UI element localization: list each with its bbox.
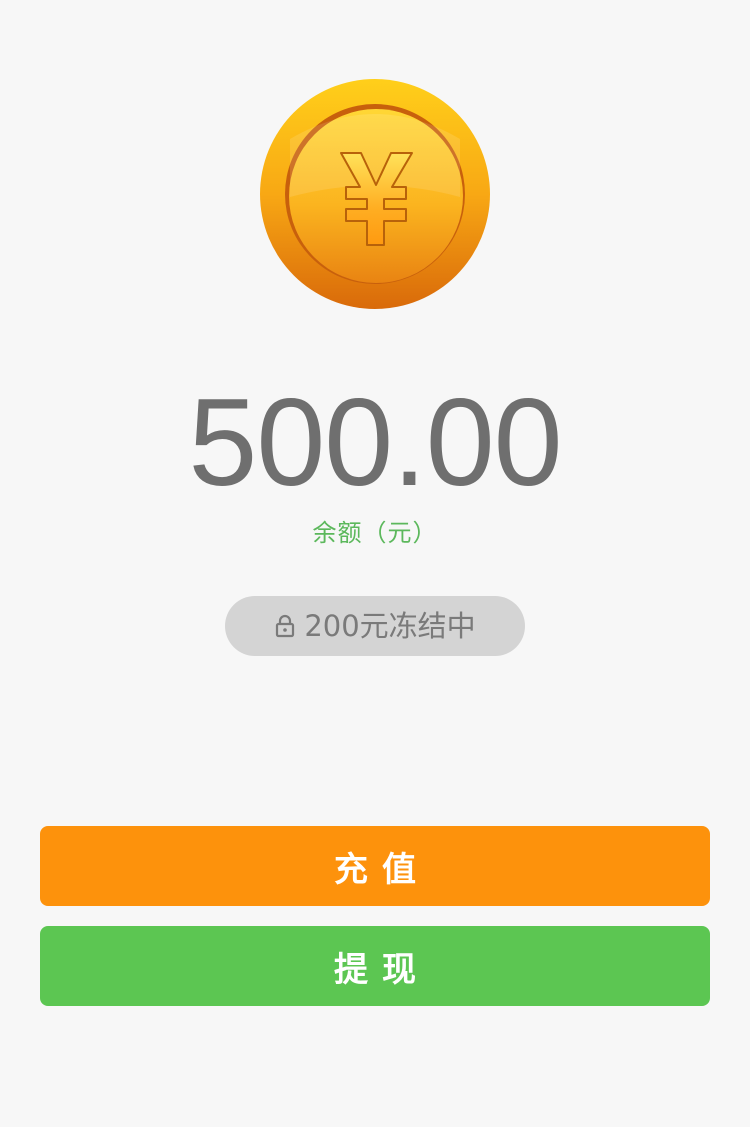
lock-icon: [274, 613, 296, 639]
balance-amount: 500.00: [188, 374, 562, 512]
recharge-button-label: 充值: [334, 849, 430, 890]
yuan-coin-icon: [260, 79, 490, 309]
frozen-amount-badge: 200元冻结中: [225, 596, 525, 656]
frozen-amount-text: 200元冻结中: [304, 609, 476, 643]
withdraw-button-label: 提现: [334, 949, 430, 990]
wallet-page: 500.00 余额（元） 200元冻结中 充值 提现: [0, 0, 750, 1127]
balance-label: 余额（元）: [312, 519, 438, 547]
withdraw-button[interactable]: 提现: [40, 926, 710, 1006]
recharge-button[interactable]: 充值: [40, 826, 710, 906]
